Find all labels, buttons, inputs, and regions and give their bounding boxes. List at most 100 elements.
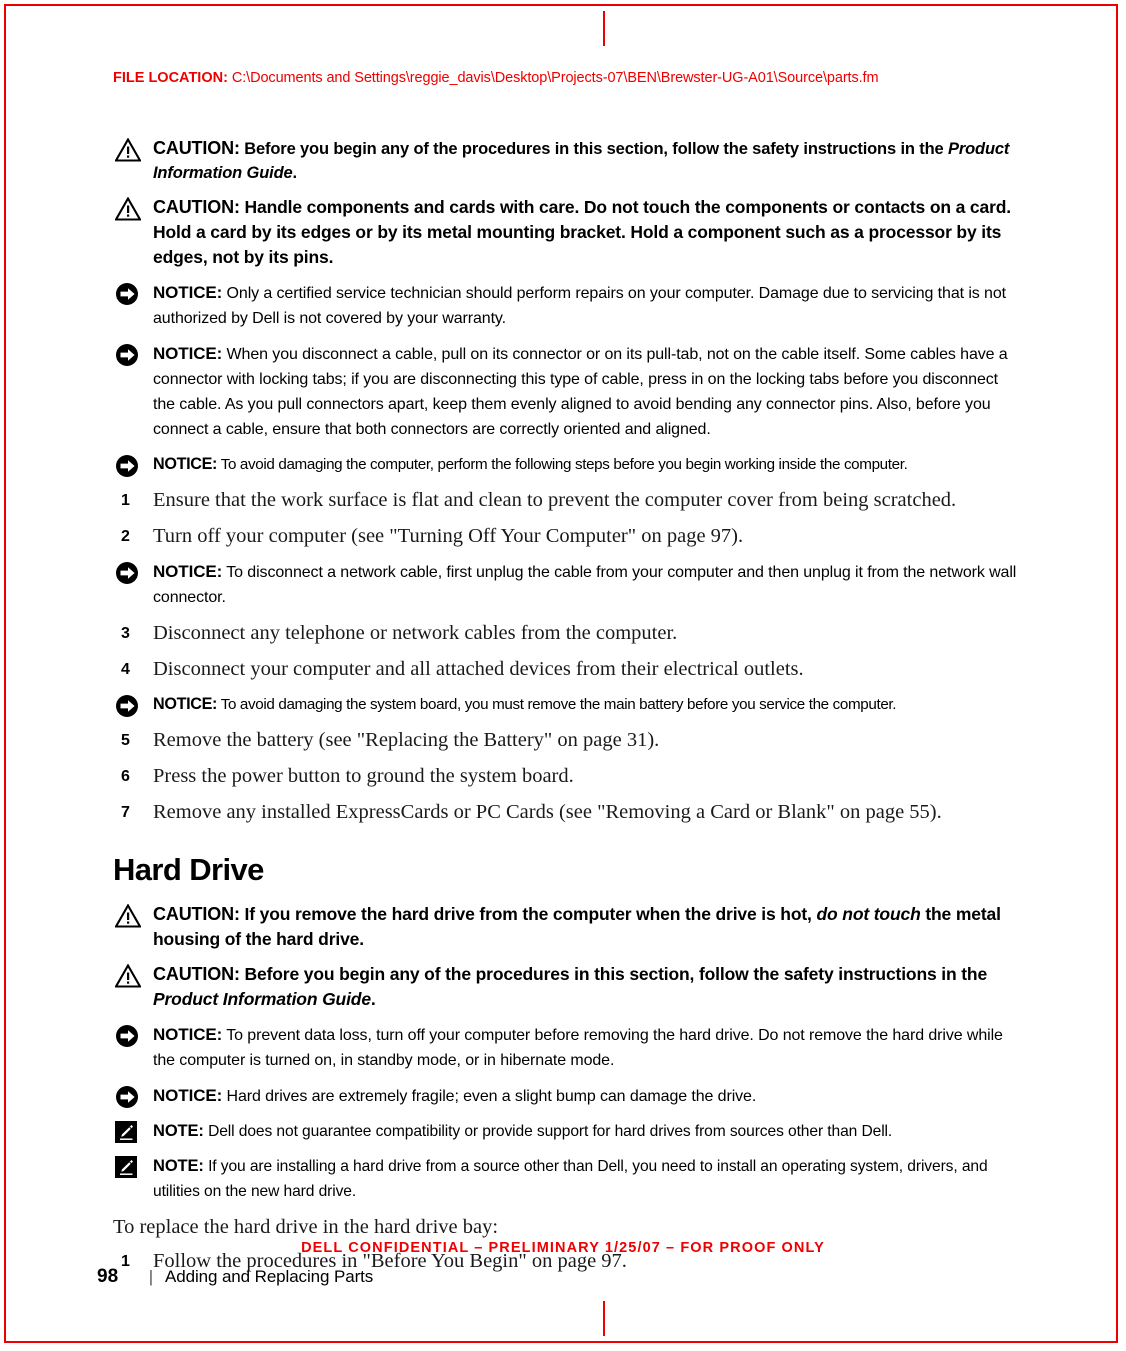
step-number: 5 bbox=[121, 732, 130, 749]
page-content: FILE LOCATION: C:\Documents and Settings… bbox=[0, 0, 1126, 1351]
notice-label: NOTICE: bbox=[153, 1025, 223, 1044]
section-heading-hard-drive: Hard Drive bbox=[113, 852, 264, 887]
notice-block-2-body: NOTICE: When you disconnect a cable, pul… bbox=[153, 341, 1019, 442]
notice-block-4: NOTICE: To disconnect a network cable, f… bbox=[113, 559, 1019, 610]
notice-block-1-body: NOTICE: Only a certified service technic… bbox=[153, 280, 1019, 331]
notice-block-7-text: Hard drives are extremely fragile; even … bbox=[226, 1088, 757, 1105]
warning-triangle-icon bbox=[115, 964, 141, 988]
caution-label: CAUTION: bbox=[153, 138, 240, 158]
caution-label: CAUTION: bbox=[153, 904, 240, 924]
caution-block-4: CAUTION: Before you begin any of the pro… bbox=[113, 962, 1019, 1012]
warning-triangle-icon bbox=[115, 197, 141, 221]
caution-block-3-pre: If you remove the hard drive from the co… bbox=[244, 904, 817, 924]
caution-block-1-body: CAUTION: Before you begin any of the pro… bbox=[153, 136, 1019, 185]
confidential-banner: DELL CONFIDENTIAL – PRELIMINARY 1/25/07 … bbox=[301, 1240, 825, 1256]
notice-label: NOTICE: bbox=[153, 455, 218, 473]
note-block-1: NOTE: Dell does not guarantee compatibil… bbox=[113, 1119, 1019, 1144]
step-item: 2 Turn off your computer (see "Turning O… bbox=[113, 523, 1019, 550]
caution-block-3-italic: do not touch bbox=[816, 904, 921, 924]
note-block-1-text: Dell does not guarantee compatibility or… bbox=[208, 1123, 893, 1140]
pencil-note-icon bbox=[115, 1121, 141, 1145]
caution-block-4-body: CAUTION: Before you begin any of the pro… bbox=[153, 962, 1019, 1012]
step-item: 5 Remove the battery (see "Replacing the… bbox=[113, 727, 1019, 754]
file-location-label: FILE LOCATION: bbox=[113, 70, 228, 86]
warning-triangle-icon bbox=[115, 138, 141, 162]
step-text: Turn off your computer (see "Turning Off… bbox=[153, 525, 744, 547]
notice-block-4-text: To disconnect a network cable, first unp… bbox=[153, 564, 1017, 606]
note-block-2: NOTE: If you are installing a hard drive… bbox=[113, 1154, 1019, 1204]
body-column: CAUTION: Before you begin any of the pro… bbox=[113, 136, 1019, 1284]
notice-arrow-icon bbox=[115, 454, 141, 478]
note-label: NOTE: bbox=[153, 1157, 204, 1175]
step-number: 4 bbox=[121, 661, 130, 678]
notice-label: NOTICE: bbox=[153, 1086, 223, 1105]
caution-block-1-text: Before you begin any of the procedures i… bbox=[244, 140, 948, 158]
notice-block-6-text: To prevent data loss, turn off your comp… bbox=[153, 1027, 1003, 1069]
page-number: 98 bbox=[97, 1266, 119, 1287]
caution-block-4-text: Before you begin any of the procedures i… bbox=[244, 964, 988, 984]
notice-arrow-icon bbox=[115, 561, 141, 585]
step-item: 7 Remove any installed ExpressCards or P… bbox=[113, 799, 1019, 826]
notice-block-7: NOTICE: Hard drives are extremely fragil… bbox=[113, 1083, 1019, 1109]
notice-block-5: NOTICE: To avoid damaging the system boa… bbox=[113, 692, 1019, 717]
notice-block-2: NOTICE: When you disconnect a cable, pul… bbox=[113, 341, 1019, 442]
notice-block-5-text: To avoid damaging the system board, you … bbox=[220, 696, 897, 713]
footer-separator: | bbox=[148, 1267, 154, 1286]
note-block-1-body: NOTE: Dell does not guarantee compatibil… bbox=[153, 1119, 1019, 1144]
caution-block-3: CAUTION: If you remove the hard drive fr… bbox=[113, 902, 1019, 952]
notice-arrow-icon bbox=[115, 1085, 141, 1109]
notice-block-2-text: When you disconnect a cable, pull on its… bbox=[153, 346, 1008, 438]
step-text: Disconnect any telephone or network cabl… bbox=[153, 622, 678, 644]
notice-arrow-icon bbox=[115, 694, 141, 718]
note-label: NOTE: bbox=[153, 1122, 204, 1140]
notice-block-5-body: NOTICE: To avoid damaging the system boa… bbox=[153, 692, 1019, 717]
replace-intro-paragraph: To replace the hard drive in the hard dr… bbox=[113, 1216, 499, 1238]
notice-block-3-body: NOTICE: To avoid damaging the computer, … bbox=[153, 452, 1019, 477]
step-text: Press the power button to ground the sys… bbox=[153, 765, 574, 787]
notice-block-7-body: NOTICE: Hard drives are extremely fragil… bbox=[153, 1083, 1019, 1109]
caution-block-4-italic: Product Information Guide bbox=[153, 989, 371, 1009]
step-item: 1 Ensure that the work surface is flat a… bbox=[113, 487, 1019, 514]
file-location-header: FILE LOCATION: C:\Documents and Settings… bbox=[113, 70, 879, 86]
caution-label: CAUTION: bbox=[153, 964, 240, 984]
note-block-2-text: If you are installing a hard drive from … bbox=[153, 1158, 988, 1200]
note-block-2-body: NOTE: If you are installing a hard drive… bbox=[153, 1154, 1019, 1204]
page-footer: 98 | Adding and Replacing Parts bbox=[97, 1266, 373, 1288]
notice-block-4-body: NOTICE: To disconnect a network cable, f… bbox=[153, 559, 1019, 610]
pencil-note-icon bbox=[115, 1156, 141, 1180]
caution-block-2: CAUTION: Handle components and cards wit… bbox=[113, 195, 1019, 270]
step-item: 3 Disconnect any telephone or network ca… bbox=[113, 620, 1019, 647]
step-text: Disconnect your computer and all attache… bbox=[153, 658, 804, 680]
notice-arrow-icon bbox=[115, 343, 141, 367]
notice-label: NOTICE: bbox=[153, 695, 218, 713]
caution-block-1-tail: . bbox=[292, 164, 298, 182]
step-number: 2 bbox=[121, 528, 130, 545]
notice-arrow-icon bbox=[115, 1024, 141, 1048]
warning-triangle-icon bbox=[115, 904, 141, 928]
file-location-path: C:\Documents and Settings\reggie_davis\D… bbox=[231, 70, 879, 86]
step-item: 4 Disconnect your computer and all attac… bbox=[113, 656, 1019, 683]
caution-label: CAUTION: bbox=[153, 197, 240, 217]
step-item: 6 Press the power button to ground the s… bbox=[113, 763, 1019, 790]
notice-label: NOTICE: bbox=[153, 562, 223, 581]
step-number: 3 bbox=[121, 625, 130, 642]
notice-block-3: NOTICE: To avoid damaging the computer, … bbox=[113, 452, 1019, 477]
step-text: Remove any installed ExpressCards or PC … bbox=[153, 801, 942, 823]
chapter-title: Adding and Replacing Parts bbox=[165, 1267, 374, 1286]
caution-block-2-body: CAUTION: Handle components and cards wit… bbox=[153, 195, 1019, 270]
notice-label: NOTICE: bbox=[153, 283, 223, 302]
step-text: Ensure that the work surface is flat and… bbox=[153, 489, 957, 511]
step-number: 1 bbox=[121, 492, 130, 509]
notice-label: NOTICE: bbox=[153, 344, 223, 363]
notice-block-6: NOTICE: To prevent data loss, turn off y… bbox=[113, 1022, 1019, 1073]
notice-block-1-text: Only a certified service technician shou… bbox=[153, 285, 1006, 327]
step-number: 7 bbox=[121, 804, 130, 821]
caution-block-2-text: Handle components and cards with care. D… bbox=[153, 197, 1012, 267]
step-text: Remove the battery (see "Replacing the B… bbox=[153, 729, 660, 751]
caution-block-1: CAUTION: Before you begin any of the pro… bbox=[113, 136, 1019, 185]
caution-block-3-body: CAUTION: If you remove the hard drive fr… bbox=[153, 902, 1019, 952]
step-number: 6 bbox=[121, 768, 130, 785]
notice-arrow-icon bbox=[115, 282, 141, 306]
notice-block-6-body: NOTICE: To prevent data loss, turn off y… bbox=[153, 1022, 1019, 1073]
notice-block-1: NOTICE: Only a certified service technic… bbox=[113, 280, 1019, 331]
